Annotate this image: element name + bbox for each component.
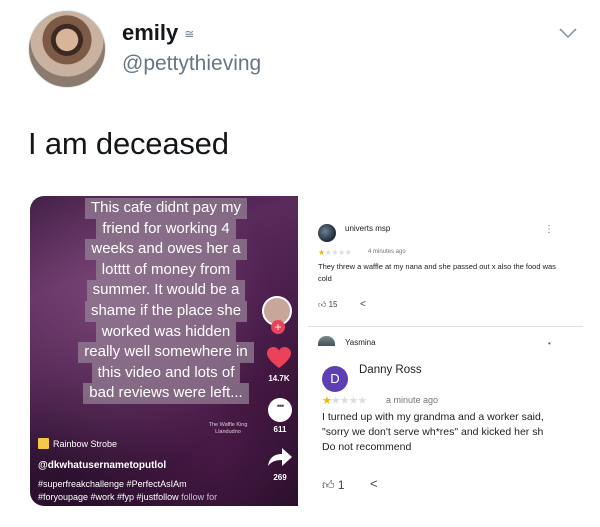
music-label: Rainbow Strobe <box>38 438 117 449</box>
share-arrow-icon <box>266 446 294 468</box>
more-vert-icon: ⋮ <box>544 224 554 235</box>
star-icon: ★ <box>318 248 325 257</box>
music-title: Rainbow Strobe <box>53 439 118 449</box>
overlay-caption-line: This cafe didnt pay my <box>84 198 248 219</box>
star-icon: ★ <box>338 248 345 257</box>
review-time: 4 minutes ago <box>368 249 406 255</box>
like-button: 👍︎ 15 <box>318 300 338 310</box>
overlay-caption-line: bad reviews were left... <box>83 383 249 404</box>
plus-icon: + <box>271 320 285 334</box>
star-icon: ★ <box>331 248 339 257</box>
reviewer-name: Danny Ross <box>359 364 422 376</box>
review-text-line: I turned up with my grandma and a worker… <box>322 411 544 423</box>
review-text-line: Do not recommend <box>322 441 412 453</box>
overlay-caption-line: shame if the place she <box>84 300 248 322</box>
dot-icon: • <box>548 339 551 348</box>
reviewer-avatar <box>318 224 336 242</box>
tiktok-username: @dkwhatusernametoputlol <box>38 460 167 471</box>
reviewer-name: univerts msp <box>345 224 391 233</box>
share-icon: < <box>370 476 378 491</box>
thumbs-up-icon: 👍︎ <box>318 300 327 309</box>
comment-icon <box>268 398 292 422</box>
overlay-caption: This cafe didnt pay my friend for working… <box>66 198 266 404</box>
name-emoji: ≅ <box>184 27 195 42</box>
star-icon: ★ <box>330 395 341 407</box>
store-sign: The Waffle King Llandudno <box>208 422 248 435</box>
star-rating: ★★★★★ <box>318 248 352 257</box>
overlay-caption-line: really well somewhere in <box>78 342 254 363</box>
avatar[interactable] <box>28 10 106 88</box>
review-text: They threw a waffle at my nana and she p… <box>318 262 556 283</box>
star-icon: ★ <box>348 395 359 407</box>
like-count: 14.7K <box>268 374 290 383</box>
review-text: I turned up with my grandma and a worker… <box>322 410 588 455</box>
tiktok-video-image: This cafe didnt pay my friend for working… <box>30 196 298 506</box>
divider <box>308 326 583 327</box>
display-name[interactable]: emily ≅ <box>122 20 194 46</box>
hashtags-line-2: #foryoupage #work #fyp #justfollow <box>38 491 179 502</box>
thumbs-up-icon: 👍︎ <box>322 478 335 492</box>
music-note-icon <box>38 438 49 449</box>
like-button: 👍︎ 1 <box>322 478 345 493</box>
like-count: 15 <box>328 300 338 309</box>
share-count: 269 <box>273 473 287 482</box>
tweet-header: emily ≅ @pettythieving <box>28 10 588 90</box>
star-rating: ★★★★★ <box>322 394 368 407</box>
heart-icon <box>266 346 292 370</box>
share-icon: < <box>360 299 366 310</box>
tweet-text: I am deceased <box>28 126 229 161</box>
follow-text: follow for <box>181 491 218 502</box>
overlay-caption-line: friend for working 4 <box>96 218 236 240</box>
hashtags: #superfreakchallenge #PerfectAsIAm #fory… <box>38 478 217 503</box>
reviewer-avatar-letter: D <box>322 366 348 392</box>
overlay-caption-line: worked was hidden <box>95 321 237 343</box>
star-icon: ★ <box>344 248 352 257</box>
overlay-caption-line: this video and lots of <box>91 362 241 384</box>
overlay-caption-line: lotttt of money from <box>95 259 237 281</box>
review-time: a minute ago <box>386 395 439 405</box>
reviews-image: univerts msp ⋮ ★★★★★ 4 minutes ago They … <box>298 196 588 506</box>
star-icon: ★ <box>357 395 368 407</box>
display-name-text: emily <box>122 20 179 45</box>
review-text-line: "sorry we don't serve wh*res" and kicked… <box>322 426 544 438</box>
star-icon: ★ <box>339 395 350 407</box>
star-icon: ★ <box>322 395 332 407</box>
handle[interactable]: @pettythieving <box>122 52 261 76</box>
comment-count: 611 <box>273 425 287 434</box>
hashtags-line-1: #superfreakchallenge #PerfectAsIAm <box>38 479 187 489</box>
overlay-caption-line: weeks and owes her a <box>85 239 247 260</box>
overlay-caption-line: summer. It would be a <box>86 280 246 301</box>
like-count: 1 <box>337 478 345 492</box>
reviewer-name: Yasmina <box>345 338 376 347</box>
chevron-down-icon[interactable] <box>558 26 578 40</box>
reviewer-avatar <box>318 336 335 346</box>
